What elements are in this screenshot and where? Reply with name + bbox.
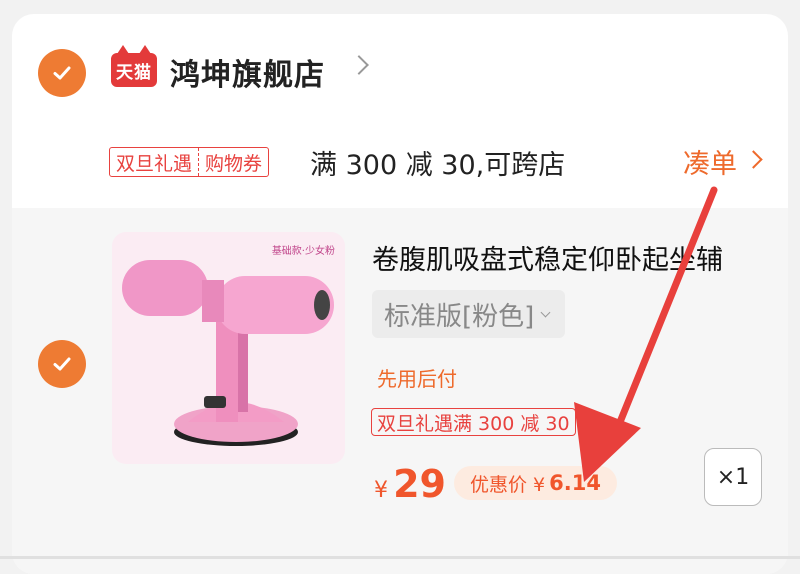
coupon-tag: 双旦礼遇 购物券: [109, 147, 270, 177]
item-select-checkbox[interactable]: [38, 340, 86, 388]
discount-label: 优惠价 ¥: [470, 473, 546, 496]
product-image[interactable]: 基础款·少女粉: [112, 232, 345, 464]
coupon-tag-left: 双旦礼遇: [110, 148, 200, 176]
currency-symbol: ¥: [374, 478, 388, 503]
chevron-right-icon[interactable]: [349, 55, 369, 75]
price-value: 29: [393, 462, 446, 506]
checkmark-icon: [53, 66, 71, 80]
discount-price-pill[interactable]: 优惠价 ¥ 6.14: [454, 466, 617, 500]
promotion-row: 双旦礼遇 购物券 满 300 减 30,可跨店 凑单: [12, 134, 788, 204]
discount-value: 6.14: [549, 471, 601, 495]
tmall-logo-icon: 天猫: [111, 45, 157, 87]
product-price: ¥ 29: [374, 462, 446, 506]
coupon-tag-right: 购物券: [205, 152, 263, 175]
quantity-selector[interactable]: ×1: [704, 448, 762, 506]
situp-assist-device-image: [122, 260, 334, 446]
chevron-right-icon[interactable]: [744, 150, 763, 169]
cart-item: 基础款·少女粉 卷腹肌吸盘式稳定仰卧起坐辅 标准版[粉色] 先用后付 双旦礼遇满…: [12, 208, 788, 574]
combine-order-link[interactable]: 凑单: [683, 142, 737, 181]
store-select-checkbox[interactable]: [38, 49, 86, 97]
store-header[interactable]: 天猫 鸿坤旗舰店: [12, 14, 788, 134]
variant-selector[interactable]: 标准版[粉色]: [372, 290, 566, 338]
store-name[interactable]: 鸿坤旗舰店: [170, 50, 325, 94]
checkmark-icon: [53, 357, 71, 371]
product-image-tag: 基础款·少女粉: [271, 246, 335, 257]
cart-store-card: 天猫 鸿坤旗舰店 双旦礼遇 购物券 满 300 减 30,可跨店 凑单 基础款·…: [12, 14, 788, 574]
variant-label: 标准版[粉色]: [384, 301, 535, 332]
chevron-down-icon: [540, 307, 551, 317]
promo-badge: 双旦礼遇满 300 减 30: [371, 408, 576, 436]
platform-badge-text: 天猫: [116, 62, 152, 83]
product-title[interactable]: 卷腹肌吸盘式稳定仰卧起坐辅: [372, 238, 782, 277]
promotion-text: 满 300 减 30,可跨店: [310, 150, 566, 181]
pay-later-label: 先用后付: [377, 367, 457, 391]
